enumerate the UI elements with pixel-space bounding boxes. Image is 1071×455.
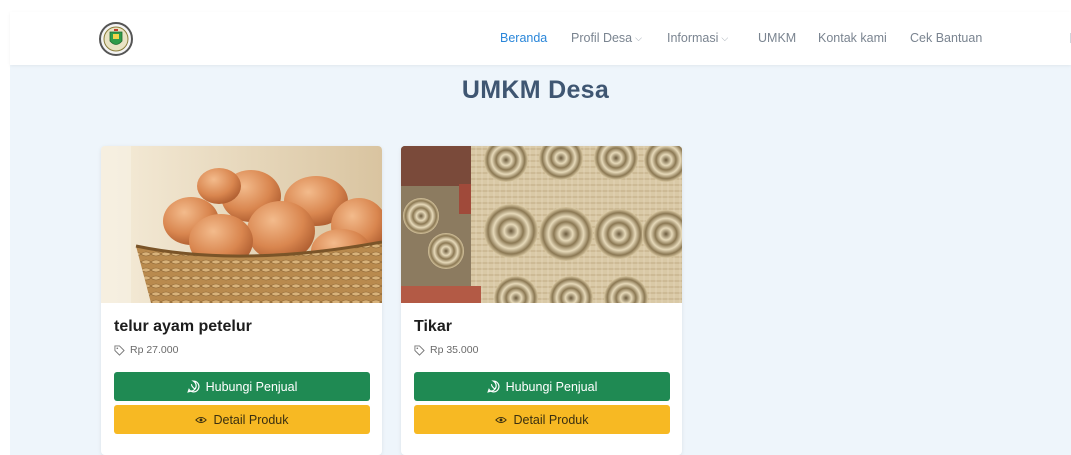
nav-item-kontak-kami[interactable]: Kontak kami (818, 31, 887, 45)
nav-item-label: UMKM (758, 31, 797, 45)
price-value: Rp 35.000 (430, 344, 479, 356)
whatsapp-icon (186, 380, 200, 393)
product-detail-label: Detail Produk (213, 412, 289, 427)
page-title: UMKM Desa (461, 76, 610, 104)
nav-item-label: Beranda (500, 31, 548, 45)
nav-item-label: Profil Desa (571, 31, 633, 45)
product-price: Rp 27.000 (114, 344, 369, 356)
contact-seller-label: Hubungi Penjual (505, 379, 598, 394)
product-card: telur ayam petelur Rp 27.000 Hubungi Pen… (101, 146, 382, 455)
whatsapp-icon (486, 380, 500, 393)
contact-seller-button[interactable]: Hubungi Penjual (414, 372, 670, 401)
eye-icon (495, 416, 508, 423)
nav-item-cek-bantuan[interactable]: Cek Bantuan (910, 31, 982, 45)
nav-item-label: Kontak kami (818, 31, 887, 45)
product-image-rolled-mats[interactable] (401, 146, 682, 303)
chevron-down-icon: ⌵ (721, 33, 729, 43)
product-detail-button[interactable]: Detail Produk (414, 405, 670, 434)
product-name[interactable]: Tikar (414, 318, 669, 336)
chevron-down-icon: ⌵ (635, 33, 642, 43)
nav-item-beranda[interactable]: Beranda (500, 31, 547, 45)
product-name[interactable]: telur ayam petelur (114, 318, 369, 336)
product-detail-label: Detail Produk (513, 412, 589, 427)
nav-menu: Beranda Profil Desa ⌵ Informasi ⌵ UMKM Kon… (10, 12, 1071, 65)
nav-item-label: Informasi (667, 31, 719, 45)
nav-item-profil-desa[interactable]: Profil Desa ⌵ (571, 31, 642, 45)
eye-icon (195, 416, 208, 423)
contact-seller-label: Hubungi Penjual (205, 379, 298, 394)
left-strip (0, 0, 10, 455)
contact-seller-button[interactable]: Hubungi Penjual (114, 372, 370, 401)
price-value: Rp 27.000 (130, 344, 179, 356)
product-image-egg-basket[interactable] (101, 146, 382, 303)
tag-icon (114, 344, 125, 356)
product-card: Tikar Rp 35.000 Hubungi Penjual Detail P… (401, 146, 682, 455)
tag-icon (414, 344, 425, 356)
nav-item-label: Cek Bantuan (910, 31, 983, 45)
nav-item-informasi[interactable]: Informasi ⌵ (667, 31, 728, 45)
top-strip (0, 0, 1071, 12)
product-detail-button[interactable]: Detail Produk (114, 405, 370, 434)
nav-item-umkm[interactable]: UMKM (758, 31, 796, 45)
navbar: Beranda Profil Desa ⌵ Informasi ⌵ UMKM Kon… (10, 12, 1071, 65)
product-price: Rp 35.000 (414, 344, 669, 356)
